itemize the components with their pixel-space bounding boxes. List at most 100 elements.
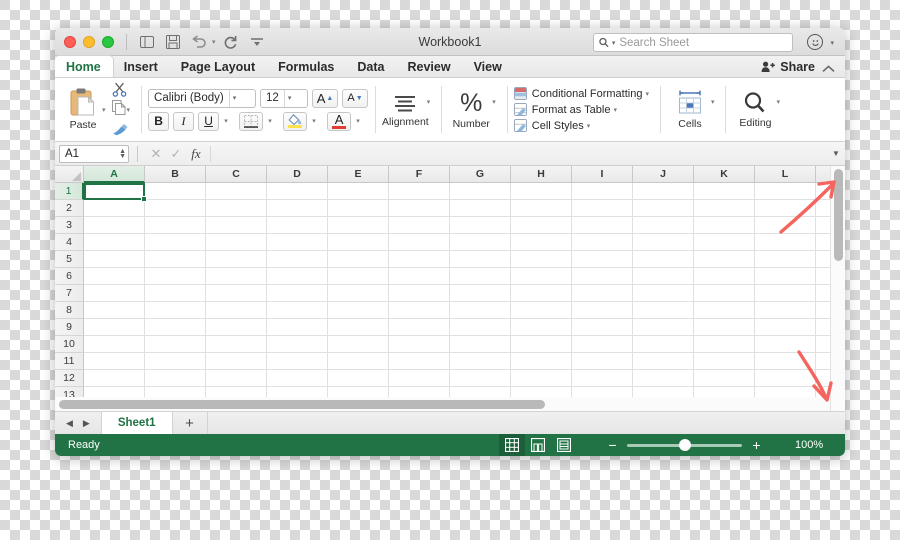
cell-L2[interactable] [755, 200, 816, 217]
row-header-1[interactable]: 1 [55, 183, 84, 200]
cell-J11[interactable] [633, 353, 694, 370]
alignment-button[interactable]: Alignment [382, 84, 429, 136]
search-input[interactable] [619, 36, 787, 49]
row-header-2[interactable]: 2 [55, 200, 84, 217]
cell-E6[interactable] [328, 268, 389, 285]
save-icon[interactable] [162, 32, 184, 52]
cell-G7[interactable] [450, 285, 511, 302]
cell-I2[interactable] [572, 200, 633, 217]
cell-G6[interactable] [450, 268, 511, 285]
zoom-out-button[interactable]: − [607, 437, 618, 453]
cell-C9[interactable] [206, 319, 267, 336]
cell-B9[interactable] [145, 319, 206, 336]
cell-M12[interactable] [816, 370, 830, 387]
cell-F4[interactable] [389, 234, 450, 251]
cell-H1[interactable] [511, 183, 572, 200]
cell-E3[interactable] [328, 217, 389, 234]
cell-G8[interactable] [450, 302, 511, 319]
customize-toolbar-icon[interactable] [246, 32, 268, 52]
chevron-up-icon[interactable] [822, 60, 835, 78]
cell-H10[interactable] [511, 336, 572, 353]
row-header-9[interactable]: 9 [55, 319, 84, 336]
cell-K12[interactable] [694, 370, 755, 387]
cell-G1[interactable] [450, 183, 511, 200]
cell-E8[interactable] [328, 302, 389, 319]
grow-font-button[interactable]: A ▲ [312, 88, 339, 108]
cell-G9[interactable] [450, 319, 511, 336]
cell-L7[interactable] [755, 285, 816, 302]
cell-B5[interactable] [145, 251, 206, 268]
number-dropdown-icon[interactable]: ▾ [492, 98, 496, 106]
cell-L12[interactable] [755, 370, 816, 387]
cell-D11[interactable] [267, 353, 328, 370]
cell-B7[interactable] [145, 285, 206, 302]
cell-M8[interactable] [816, 302, 830, 319]
fill-handle[interactable] [141, 196, 147, 202]
cell-J7[interactable] [633, 285, 694, 302]
cell-E5[interactable] [328, 251, 389, 268]
cell-M3[interactable] [816, 217, 830, 234]
column-header-L[interactable]: L [755, 166, 816, 183]
cell-B11[interactable] [145, 353, 206, 370]
sheet-tab-sheet1[interactable]: Sheet1 [100, 412, 173, 434]
minimize-button[interactable] [83, 35, 95, 48]
cell-D5[interactable] [267, 251, 328, 268]
search-box[interactable]: ▾ [593, 33, 793, 52]
cell-I5[interactable] [572, 251, 633, 268]
cell-F11[interactable] [389, 353, 450, 370]
format-as-table-dropdown-icon[interactable]: ▾ [613, 106, 617, 114]
cell-L6[interactable] [755, 268, 816, 285]
row-header-13[interactable]: 13 [55, 387, 84, 397]
font-size-dropdown-icon[interactable]: ▾ [288, 94, 294, 102]
cell-H9[interactable] [511, 319, 572, 336]
cell-G3[interactable] [450, 217, 511, 234]
cell-E7[interactable] [328, 285, 389, 302]
cell-G5[interactable] [450, 251, 511, 268]
cell-E9[interactable] [328, 319, 389, 336]
cell-C13[interactable] [206, 387, 267, 397]
horizontal-scrollbar-thumb[interactable] [59, 400, 545, 409]
cells-button[interactable]: Cells [667, 84, 713, 136]
cell-G10[interactable] [450, 336, 511, 353]
cell-D2[interactable] [267, 200, 328, 217]
cell-C4[interactable] [206, 234, 267, 251]
cell-G4[interactable] [450, 234, 511, 251]
cell-F5[interactable] [389, 251, 450, 268]
cell-J8[interactable] [633, 302, 694, 319]
column-header-E[interactable]: E [328, 166, 389, 183]
cell-L13[interactable] [755, 387, 816, 397]
cell-F12[interactable] [389, 370, 450, 387]
cell-F13[interactable] [389, 387, 450, 397]
name-box-stepper[interactable]: ▲ ▼ [119, 148, 126, 160]
tab-formulas[interactable]: Formulas [267, 56, 346, 77]
cell-A4[interactable] [84, 234, 145, 251]
cell-F1[interactable] [389, 183, 450, 200]
cell-D10[interactable] [267, 336, 328, 353]
cell-B2[interactable] [145, 200, 206, 217]
cell-G2[interactable] [450, 200, 511, 217]
smiley-icon[interactable] [807, 34, 823, 50]
add-sheet-button[interactable]: + [173, 412, 207, 434]
sidebar-toggle-icon[interactable] [136, 32, 158, 52]
cell-J6[interactable] [633, 268, 694, 285]
cell-C2[interactable] [206, 200, 267, 217]
cell-B10[interactable] [145, 336, 206, 353]
cell-B3[interactable] [145, 217, 206, 234]
zoom-in-button[interactable]: + [751, 437, 762, 453]
cell-K6[interactable] [694, 268, 755, 285]
cell-H3[interactable] [511, 217, 572, 234]
cell-E4[interactable] [328, 234, 389, 251]
editing-dropdown-icon[interactable]: ▾ [776, 98, 780, 106]
copy-dropdown-icon[interactable]: ▾ [127, 106, 131, 114]
format-as-table-button[interactable]: Format as Table ▾ [513, 103, 653, 116]
cell-K8[interactable] [694, 302, 755, 319]
column-header-G[interactable]: G [450, 166, 511, 183]
cell-H12[interactable] [511, 370, 572, 387]
column-header-A[interactable]: A [84, 166, 145, 183]
cell-H11[interactable] [511, 353, 572, 370]
tab-review[interactable]: Review [396, 56, 462, 77]
underline-button[interactable]: U [198, 111, 220, 131]
fill-color-button[interactable] [283, 111, 308, 131]
cell-A3[interactable] [84, 217, 145, 234]
tab-data[interactable]: Data [346, 56, 396, 77]
